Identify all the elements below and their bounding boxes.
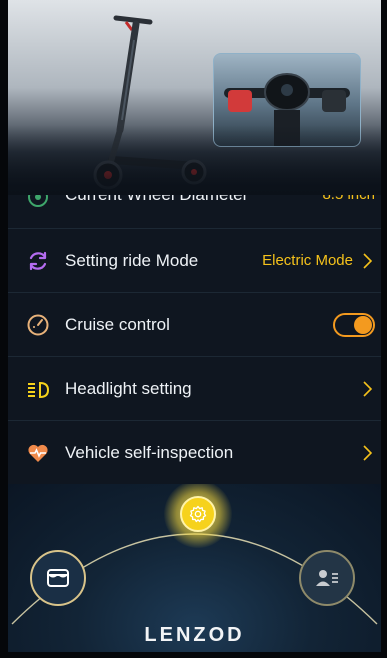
- cruise-control-toggle[interactable]: [333, 312, 375, 337]
- chevron-right-icon: [363, 380, 373, 397]
- hero-fade-overlay: [8, 125, 381, 195]
- screen-border-bottom: [0, 652, 387, 658]
- settings-row-label: Headlight setting: [65, 378, 192, 398]
- bottom-navigation-dock: LENZOD: [8, 484, 381, 652]
- screen-border-left: [0, 0, 8, 658]
- ride-mode-value: Electric Mode: [262, 252, 353, 269]
- wheel-diameter-value: 8.5 inch: [322, 195, 375, 203]
- wheel-icon: [28, 195, 48, 207]
- chevron-right-icon: [363, 252, 373, 269]
- chevron-right-icon: [363, 444, 373, 461]
- profile-card-icon: [316, 570, 338, 586]
- profile-button[interactable]: [299, 550, 355, 606]
- settings-list: Current Wheel Diameter 8.5 inch Setting …: [8, 195, 381, 485]
- gear-icon: [189, 505, 207, 523]
- settings-button[interactable]: [180, 496, 216, 532]
- toggle-knob: [354, 315, 372, 334]
- headlight-icon: [28, 381, 50, 398]
- settings-row-headlight[interactable]: Headlight setting: [8, 357, 381, 421]
- screen-border-right: [381, 0, 387, 658]
- refresh-cycle-icon: [29, 251, 47, 270]
- settings-row-label: Cruise control: [65, 314, 170, 334]
- heart-pulse-icon: [28, 444, 48, 462]
- settings-row-label: Setting ride Mode: [65, 250, 199, 270]
- speedometer-icon: [27, 314, 49, 335]
- scooter-hero-image: [8, 0, 381, 195]
- settings-row-self-inspection[interactable]: Vehicle self-inspection: [8, 421, 381, 485]
- brand-logo: LENZOD: [144, 624, 245, 646]
- settings-row-wheel-diameter[interactable]: Current Wheel Diameter 8.5 inch: [8, 195, 381, 229]
- settings-row-cruise-control: Cruise control: [8, 293, 381, 357]
- store-icon: [47, 569, 69, 587]
- settings-row-ride-mode[interactable]: Setting ride Mode Electric Mode: [8, 229, 381, 293]
- settings-row-label: Current Wheel Diameter: [65, 195, 248, 205]
- settings-row-label: Vehicle self-inspection: [65, 442, 234, 462]
- store-button[interactable]: [30, 550, 86, 606]
